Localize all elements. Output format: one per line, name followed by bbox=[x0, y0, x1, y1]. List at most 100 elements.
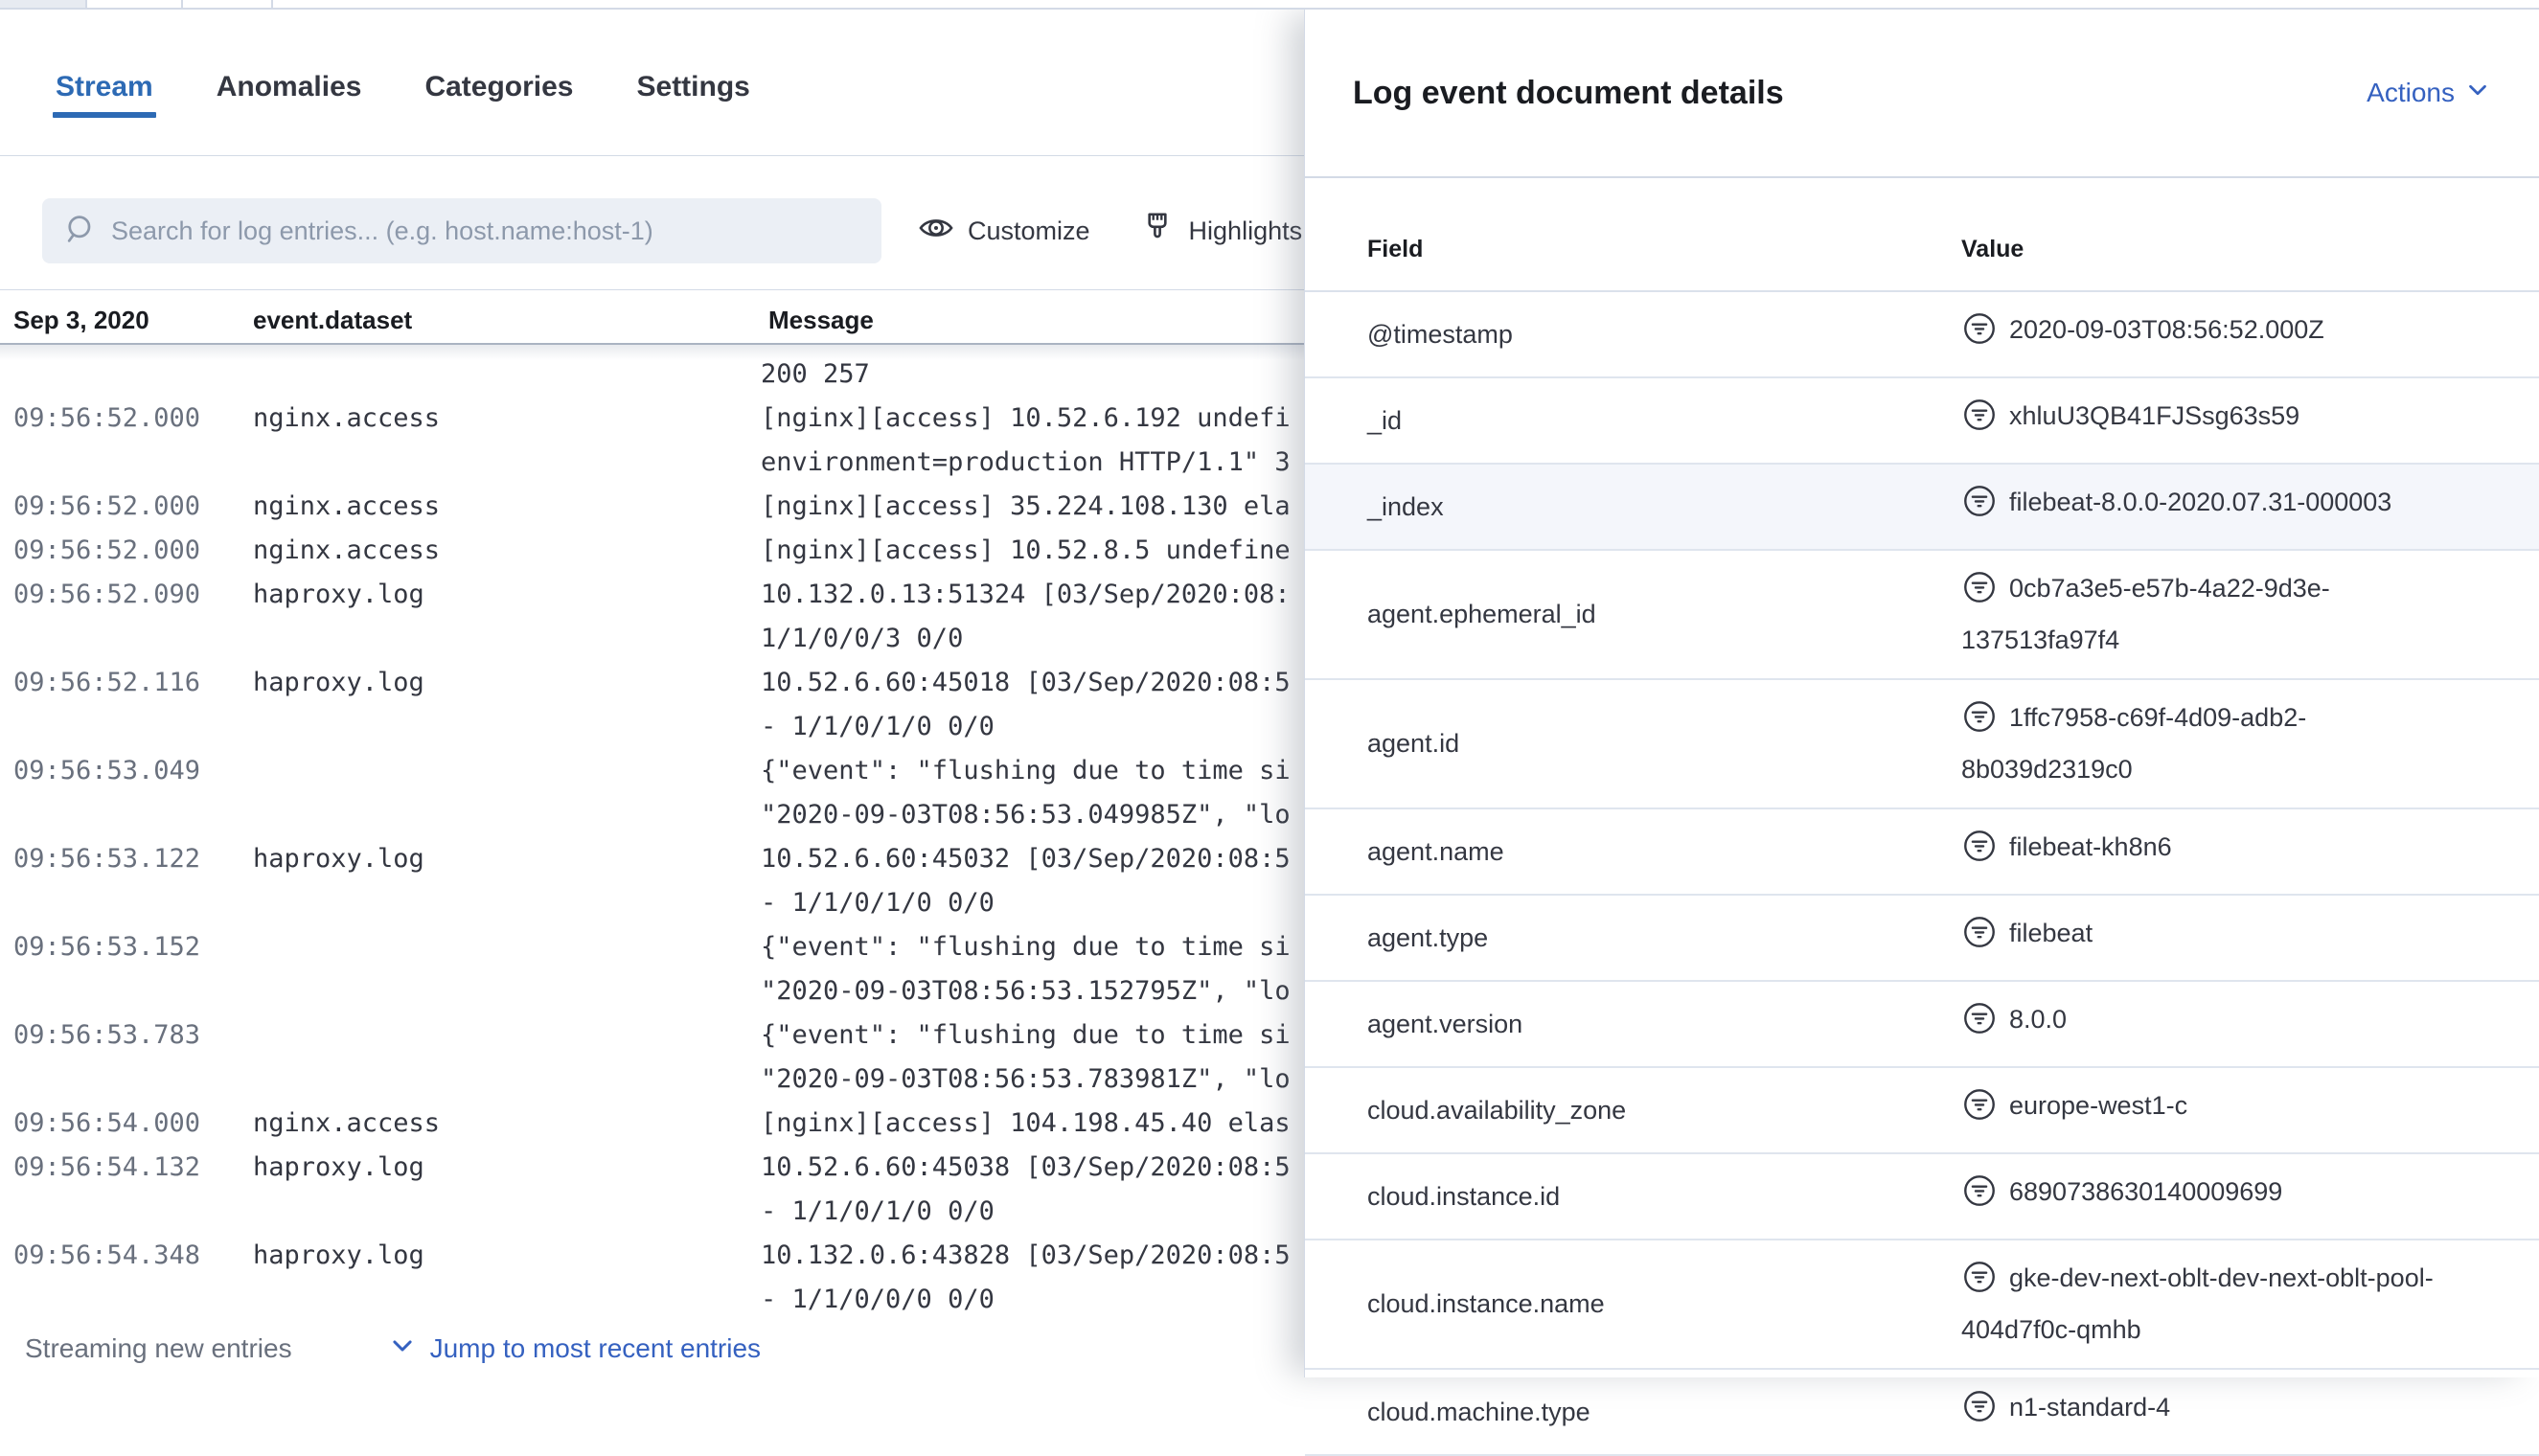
field-value: xhluU3QB41FJSsg63s59 bbox=[1961, 395, 2496, 446]
log-entry-row[interactable]: 09:56:52.090haproxy.log10.132.0.13:51324… bbox=[0, 573, 1304, 661]
log-entry-row[interactable]: 09:56:54.132haproxy.log10.52.6.60:45038 … bbox=[0, 1146, 1304, 1234]
log-entry-time: 09:56:54.132 bbox=[13, 1146, 253, 1234]
log-entry-row[interactable]: 09:56:54.000nginx.access[nginx][access] … bbox=[0, 1102, 1304, 1146]
actions-button[interactable]: Actions bbox=[2367, 78, 2489, 108]
log-entry-message: [nginx][access] 10.52.6.192 undefienviro… bbox=[761, 397, 1304, 485]
tab-categories[interactable]: Categories bbox=[424, 71, 573, 103]
tab-settings[interactable]: Settings bbox=[637, 71, 750, 103]
log-stream-panel: Stream Anomalies Categories Settings Custom… bbox=[0, 10, 1304, 1377]
filter-for-value-icon[interactable] bbox=[1961, 698, 1998, 748]
filter-for-value-icon[interactable] bbox=[1961, 569, 1998, 619]
filter-for-value-icon[interactable] bbox=[1961, 1172, 1998, 1222]
log-entry-dataset bbox=[253, 353, 761, 397]
actions-label: Actions bbox=[2367, 78, 2455, 108]
log-entry-message: [nginx][access] 10.52.8.5 undefine bbox=[761, 529, 1304, 573]
log-entry-dataset: nginx.access bbox=[253, 397, 761, 485]
field-value: filebeat-8.0.0-2020.07.31-000003 bbox=[1961, 481, 2496, 533]
log-entry-row[interactable]: 09:56:52.000nginx.access[nginx][access] … bbox=[0, 529, 1304, 573]
filter-for-value-icon[interactable] bbox=[1961, 310, 1998, 360]
customize-button[interactable]: Customize bbox=[918, 210, 1090, 253]
streaming-status: Streaming new entries bbox=[25, 1333, 292, 1364]
log-event-details-flyout: Log event document details Actions Field… bbox=[1304, 10, 2539, 1377]
log-entry-time: 09:56:54.348 bbox=[13, 1234, 253, 1320]
log-entry-row[interactable]: 09:56:54.348haproxy.log10.132.0.6:43828 … bbox=[0, 1234, 1304, 1320]
log-entry-dataset bbox=[253, 925, 761, 1013]
filter-for-value-icon[interactable] bbox=[1961, 1388, 1998, 1438]
search-field[interactable] bbox=[42, 198, 881, 263]
log-entry-row[interactable]: 200 257 bbox=[0, 353, 1304, 397]
tab-bar: Stream Anomalies Categories Settings bbox=[0, 10, 1304, 156]
log-entry-dataset: nginx.access bbox=[253, 529, 761, 573]
log-entry-row[interactable]: 09:56:52.000nginx.access[nginx][access] … bbox=[0, 397, 1304, 485]
field-name: @timestamp bbox=[1367, 320, 1961, 350]
field-value: 6890738630140009699 bbox=[1961, 1171, 2496, 1222]
highlights-button[interactable]: Highlights bbox=[1139, 210, 1303, 253]
divider bbox=[0, 289, 1304, 290]
search-input[interactable] bbox=[111, 216, 862, 246]
dataset-column-header: event.dataset bbox=[253, 306, 761, 335]
filter-for-value-icon[interactable] bbox=[1961, 397, 1998, 446]
jump-link-label: Jump to most recent entries bbox=[430, 1333, 761, 1364]
field-value: filebeat bbox=[1961, 912, 2496, 964]
flyout-table-header: Field Value bbox=[1305, 178, 2539, 292]
flyout-title: Log event document details bbox=[1353, 75, 1784, 112]
field-row: cloud.availability_zoneeurope-west1-c bbox=[1305, 1068, 2539, 1154]
chevron-down-icon bbox=[390, 1333, 415, 1365]
flyout-header: Log event document details Actions bbox=[1305, 10, 2539, 178]
filter-for-value-icon[interactable] bbox=[1961, 1000, 1998, 1050]
field-name: agent.type bbox=[1367, 923, 1961, 953]
log-entry-time: 09:56:53.122 bbox=[13, 837, 253, 925]
field-name: _index bbox=[1367, 492, 1961, 522]
field-value: n1-standard-4 bbox=[1961, 1386, 2496, 1438]
log-entry-dataset: nginx.access bbox=[253, 485, 761, 529]
date-column-header: Sep 3, 2020 bbox=[13, 306, 253, 335]
filter-for-value-icon[interactable] bbox=[1961, 914, 1998, 964]
log-entry-message: 10.132.0.6:43828 [03/Sep/2020:08:5- 1/1/… bbox=[761, 1234, 1304, 1320]
field-value: 0cb7a3e5-e57b-4a22-9d3e-137513fa97f4 bbox=[1961, 567, 2496, 662]
chrome-separator bbox=[85, 0, 87, 8]
filter-for-value-icon[interactable] bbox=[1961, 1259, 1998, 1308]
field-name: cloud.availability_zone bbox=[1367, 1096, 1961, 1126]
log-entry-time: 09:56:52.000 bbox=[13, 485, 253, 529]
log-entry-message: [nginx][access] 104.198.45.40 elas bbox=[761, 1102, 1304, 1146]
field-value: gke-dev-next-oblt-dev-next-oblt-pool-404… bbox=[1961, 1257, 2496, 1352]
field-row: @timestamp2020-09-03T08:56:52.000Z bbox=[1305, 292, 2539, 378]
tab-stream[interactable]: Stream bbox=[56, 71, 153, 103]
jump-to-recent-link[interactable]: Jump to most recent entries bbox=[390, 1333, 761, 1365]
log-entry-message: 10.52.6.60:45038 [03/Sep/2020:08:5- 1/1/… bbox=[761, 1146, 1304, 1234]
log-entry-message: 200 257 bbox=[761, 353, 1304, 397]
filter-for-value-icon[interactable] bbox=[1961, 828, 1998, 877]
log-entry-time: 09:56:52.000 bbox=[13, 529, 253, 573]
log-entry-row[interactable]: 09:56:52.000nginx.access[nginx][access] … bbox=[0, 485, 1304, 529]
tab-anomalies[interactable]: Anomalies bbox=[217, 71, 362, 103]
log-column-headers: Sep 3, 2020 event.dataset Message bbox=[0, 297, 1304, 343]
chrome-separator bbox=[271, 0, 273, 8]
log-entry-dataset: haproxy.log bbox=[253, 661, 761, 749]
field-name: agent.version bbox=[1367, 1010, 1961, 1039]
log-entry-time: 09:56:52.090 bbox=[13, 573, 253, 661]
field-row: cloud.instance.id6890738630140009699 bbox=[1305, 1154, 2539, 1240]
message-column-header: Message bbox=[761, 306, 1304, 335]
log-entry-row[interactable]: 09:56:53.783{"event": "flushing due to t… bbox=[0, 1013, 1304, 1102]
log-entry-row[interactable]: 09:56:53.152{"event": "flushing due to t… bbox=[0, 925, 1304, 1013]
filter-for-value-icon[interactable] bbox=[1961, 1086, 1998, 1136]
log-entry-row[interactable]: 09:56:52.116haproxy.log10.52.6.60:45018 … bbox=[0, 661, 1304, 749]
field-row: agent.typefilebeat bbox=[1305, 896, 2539, 982]
field-value: 2020-09-03T08:56:52.000Z bbox=[1961, 308, 2496, 360]
log-entry-list[interactable]: 200 25709:56:52.000nginx.access[nginx][a… bbox=[0, 345, 1304, 1320]
filter-for-value-icon[interactable] bbox=[1961, 483, 1998, 533]
log-toolbar: Customize Highlights bbox=[0, 197, 1304, 264]
log-entry-message: {"event": "flushing due to time si"2020-… bbox=[761, 925, 1304, 1013]
customize-label: Customize bbox=[968, 216, 1090, 246]
field-name: _id bbox=[1367, 406, 1961, 436]
log-entry-row[interactable]: 09:56:53.122haproxy.log10.52.6.60:45032 … bbox=[0, 837, 1304, 925]
field-row: _idxhluU3QB41FJSsg63s59 bbox=[1305, 378, 2539, 465]
field-row: agent.id1ffc7958-c69f-4d09-adb2-8b039d23… bbox=[1305, 680, 2539, 809]
field-value: 8.0.0 bbox=[1961, 998, 2496, 1050]
field-row: _indexfilebeat-8.0.0-2020.07.31-000003 bbox=[1305, 465, 2539, 551]
field-column-header: Field bbox=[1367, 236, 1961, 263]
log-entry-row[interactable]: 09:56:53.049{"event": "flushing due to t… bbox=[0, 749, 1304, 837]
search-icon bbox=[63, 212, 98, 251]
log-entry-dataset: haproxy.log bbox=[253, 837, 761, 925]
log-entry-time: 09:56:53.783 bbox=[13, 1013, 253, 1102]
